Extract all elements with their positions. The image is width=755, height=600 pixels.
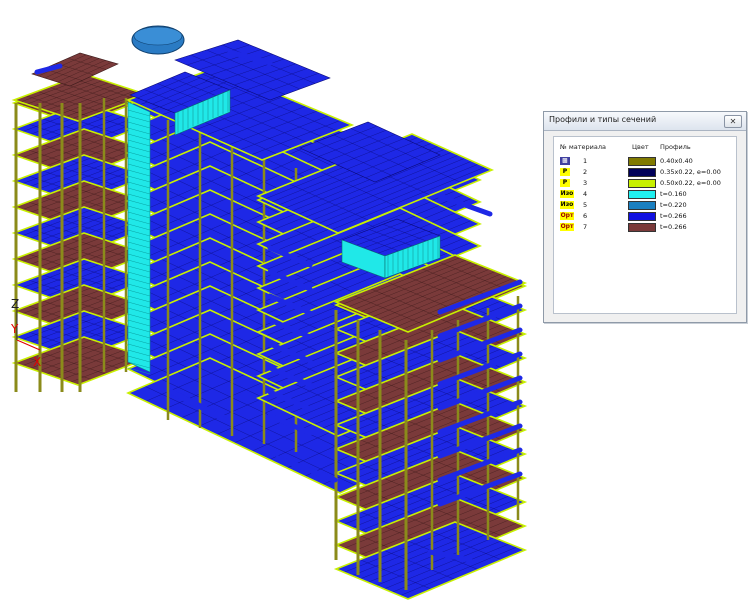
close-button[interactable]: ✕ xyxy=(724,115,742,128)
material-number: 7 xyxy=(583,223,588,231)
profile-text: 0.50x0.22, e=0.00 xyxy=(660,179,721,187)
material-type-icon: ▩ xyxy=(560,157,570,165)
close-icon: ✕ xyxy=(729,117,737,126)
profile-text: t=0.266 xyxy=(660,212,687,220)
color-swatch xyxy=(628,168,656,177)
color-swatch xyxy=(628,190,656,199)
material-number: 2 xyxy=(583,168,588,176)
legend-row: Изо 5 t=0.220 xyxy=(554,200,736,210)
header-color: Цвет xyxy=(632,143,649,151)
profile-text: t=0.266 xyxy=(660,223,687,231)
material-type-icon: P xyxy=(560,168,570,176)
profile-text: t=0.220 xyxy=(660,201,687,209)
legend-row: Изо 4 t=0.160 xyxy=(554,189,736,199)
header-material: № материала xyxy=(560,143,606,151)
material-number: 3 xyxy=(583,179,588,187)
color-swatch xyxy=(628,179,656,188)
material-type-icon: Изо xyxy=(560,190,574,198)
material-number: 1 xyxy=(583,157,588,165)
axis-z-label: Z xyxy=(11,297,20,311)
material-type-icon: Изо xyxy=(560,201,574,209)
legend-table: № материала Цвет Профиль ▩ 1 0.40x0.40 P 2 0.… xyxy=(553,136,737,314)
profile-text: 0.40x0.40 xyxy=(660,157,693,165)
color-swatch xyxy=(628,157,656,166)
header-profile: Профиль xyxy=(660,143,691,151)
legend-row: Орт 6 t=0.266 xyxy=(554,211,736,221)
material-number: 4 xyxy=(583,190,588,198)
legend-row: P 2 0.35x0.22, e=0.00 xyxy=(554,167,736,177)
material-number: 5 xyxy=(583,201,588,209)
legend-title: Профили и типы сечений xyxy=(549,115,657,124)
material-type-icon: P xyxy=(560,179,570,187)
material-type-icon: Орт xyxy=(560,212,574,220)
material-type-icon: Орт xyxy=(560,223,574,231)
profile-text: 0.35x0.22, e=0.00 xyxy=(660,168,721,176)
roof-tank-top xyxy=(133,26,183,46)
axis-x-label: X xyxy=(33,355,42,369)
color-swatch xyxy=(628,223,656,232)
legend-window[interactable]: Профили и типы сечений ✕ № материала Цве… xyxy=(543,111,747,323)
material-number: 6 xyxy=(583,212,588,220)
legend-row: P 3 0.50x0.22, e=0.00 xyxy=(554,178,736,188)
legend-row: Орт 7 t=0.266 xyxy=(554,222,736,232)
legend-titlebar[interactable]: Профили и типы сечений ✕ xyxy=(544,112,746,131)
color-swatch xyxy=(628,201,656,210)
legend-row: ▩ 1 0.40x0.40 xyxy=(554,156,736,166)
profile-text: t=0.160 xyxy=(660,190,687,198)
color-swatch xyxy=(628,212,656,221)
axis-y-label: Y xyxy=(11,322,19,336)
